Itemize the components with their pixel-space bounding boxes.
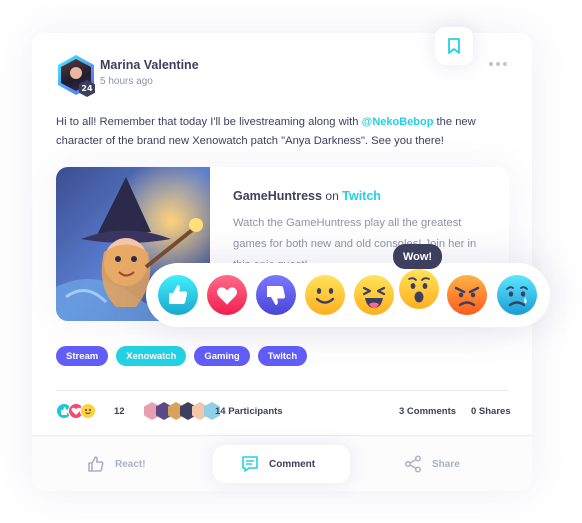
- react-button[interactable]: React!: [87, 445, 146, 483]
- post-text: Hi to all! Remember that today I'll be l…: [56, 113, 476, 151]
- reaction-count: 12: [114, 406, 125, 417]
- dot-icon: [489, 62, 493, 66]
- participant-avatars[interactable]: [144, 402, 220, 420]
- bookmark-icon: [448, 38, 460, 54]
- like-icon[interactable]: [158, 275, 198, 315]
- author-avatar[interactable]: 24: [56, 53, 96, 97]
- preview-title[interactable]: GameHuntress on Twitch: [233, 189, 381, 203]
- post-text-start: Hi to all! Remember that today I'll be l…: [56, 116, 362, 128]
- post-action-bar: React! Comment Share: [32, 435, 532, 491]
- angry-icon[interactable]: [447, 275, 487, 315]
- love-icon[interactable]: [207, 275, 247, 315]
- tag-stream[interactable]: Stream: [56, 346, 109, 366]
- comments-count[interactable]: 3 Comments: [399, 406, 456, 417]
- wow-icon[interactable]: [399, 269, 439, 309]
- user-mention-link[interactable]: @NekoBebop: [362, 116, 434, 128]
- funny-icon[interactable]: [354, 275, 394, 315]
- comment-button[interactable]: Comment: [213, 445, 350, 483]
- dot-icon: [496, 62, 500, 66]
- thumbs-up-icon: [88, 456, 104, 472]
- shares-count[interactable]: 0 Shares: [471, 406, 511, 417]
- dot-icon: [503, 62, 507, 66]
- comment-icon: [242, 456, 258, 472]
- preview-on-word: on: [325, 189, 339, 203]
- comment-label: Comment: [269, 458, 316, 470]
- bookmark-button[interactable]: [435, 27, 473, 65]
- tag-gaming[interactable]: Gaming: [194, 346, 250, 366]
- dislike-icon[interactable]: [256, 275, 296, 315]
- reaction-tooltip: Wow!: [393, 244, 442, 269]
- post-card: 24 Marina Valentine 5 hours ago Hi to al…: [32, 27, 532, 491]
- author-name[interactable]: Marina Valentine: [100, 58, 199, 72]
- tag-list: Stream Xenowatch Gaming Twitch: [56, 346, 308, 366]
- share-label: Share: [432, 458, 460, 470]
- share-icon: [404, 455, 422, 473]
- happy-icon: [80, 403, 96, 419]
- divider: [56, 390, 508, 391]
- channel-name: GameHuntress: [233, 189, 322, 203]
- participant-count[interactable]: 14 Participants: [215, 406, 283, 417]
- tag-twitch[interactable]: Twitch: [257, 346, 308, 366]
- share-button[interactable]: Share: [404, 445, 460, 483]
- reaction-picker: Wow!: [146, 244, 550, 327]
- more-options-button[interactable]: [489, 62, 509, 68]
- tag-xenowatch[interactable]: Xenowatch: [116, 346, 187, 366]
- happy-icon[interactable]: [305, 275, 345, 315]
- reaction-summary[interactable]: [56, 403, 96, 421]
- react-label: React!: [115, 458, 146, 470]
- post-timestamp: 5 hours ago: [100, 76, 153, 87]
- platform-name: Twitch: [342, 189, 381, 203]
- sad-icon[interactable]: [497, 275, 537, 315]
